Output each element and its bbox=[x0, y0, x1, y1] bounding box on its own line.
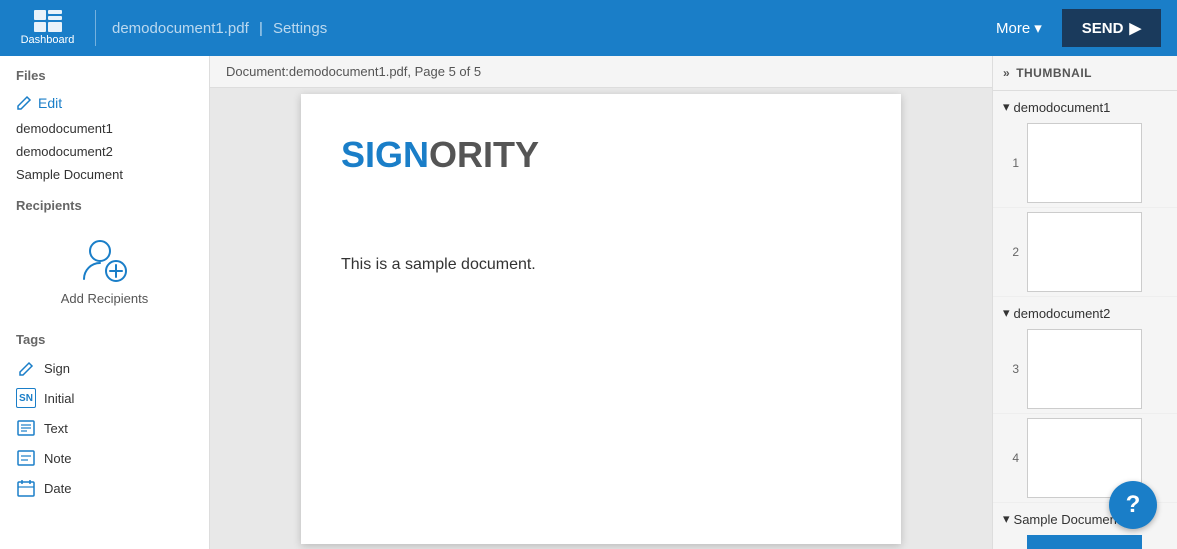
thumbnail-group-demodocument2: ▾ demodocument2 3 4 bbox=[993, 297, 1177, 503]
date-icon bbox=[16, 478, 36, 498]
recipients-section-title: Recipients bbox=[0, 186, 209, 219]
document-area: Document:demodocument1.pdf, Page 5 of 5 … bbox=[210, 56, 992, 549]
header-title: demodocument1.pdf | Settings bbox=[96, 20, 996, 37]
thumbnail-img-5 bbox=[1027, 535, 1142, 549]
collapse-icon: ▾ bbox=[1003, 305, 1010, 321]
document-body-text: This is a sample document. bbox=[341, 256, 861, 274]
text-box-icon bbox=[16, 418, 36, 438]
thumbnail-panel: » THUMBNAIL ▾ demodocument1 1 2 ▾ demodo… bbox=[992, 56, 1177, 549]
thumbnail-img-1 bbox=[1027, 123, 1142, 203]
tag-note-label: Note bbox=[44, 451, 71, 466]
file-item-demodocument1[interactable]: demodocument1 bbox=[0, 117, 209, 140]
thumbnail-group-demodocument1: ▾ demodocument1 1 2 bbox=[993, 91, 1177, 297]
dashboard-button[interactable]: Dashboard bbox=[16, 10, 96, 46]
header: Dashboard demodocument1.pdf | Settings M… bbox=[0, 0, 1177, 56]
tag-sign-label: Sign bbox=[44, 361, 70, 376]
main-layout: Files Edit demodocument1 demodocument2 S… bbox=[0, 56, 1177, 549]
edit-button[interactable]: Edit bbox=[0, 89, 209, 117]
collapse-icon: ▾ bbox=[1003, 99, 1010, 115]
edit-icon bbox=[16, 95, 32, 111]
pen-icon bbox=[16, 358, 36, 378]
logo-sign: SIGN bbox=[341, 134, 429, 175]
logo-ority: ORITY bbox=[429, 134, 539, 175]
add-user-icon bbox=[80, 235, 130, 285]
arrow-right-icon: ▶ bbox=[1129, 19, 1141, 37]
more-button[interactable]: More ▾ bbox=[996, 19, 1042, 37]
send-button[interactable]: SEND ▶ bbox=[1062, 9, 1161, 47]
breadcrumb: Document:demodocument1.pdf, Page 5 of 5 bbox=[210, 56, 992, 88]
thumbnail-page-3[interactable]: 3 bbox=[993, 325, 1177, 414]
tag-sign[interactable]: Sign bbox=[0, 353, 209, 383]
thumbnail-img-2 bbox=[1027, 212, 1142, 292]
help-button[interactable]: ? bbox=[1109, 481, 1157, 529]
add-recipients-button[interactable]: Add Recipients bbox=[0, 219, 209, 322]
collapse-icon: ▾ bbox=[1003, 511, 1010, 527]
tag-text-label: Text bbox=[44, 421, 68, 436]
tag-date[interactable]: Date bbox=[0, 473, 209, 503]
files-section-title: Files bbox=[0, 56, 209, 89]
thumbnail-group-label-demodocument1[interactable]: ▾ demodocument1 bbox=[993, 91, 1177, 119]
document-page: SIGNORITY This is a sample document. bbox=[210, 88, 992, 549]
tag-date-label: Date bbox=[44, 481, 71, 496]
chevron-down-icon: ▾ bbox=[1034, 19, 1042, 37]
document-logo: SIGNORITY bbox=[341, 134, 861, 176]
tag-initial[interactable]: SN Initial bbox=[0, 383, 209, 413]
thumbnail-page-1[interactable]: 1 bbox=[993, 119, 1177, 208]
thumbnail-page-2[interactable]: 2 bbox=[993, 208, 1177, 297]
thumbnail-header: » THUMBNAIL bbox=[993, 56, 1177, 91]
sidebar: Files Edit demodocument1 demodocument2 S… bbox=[0, 56, 210, 549]
sn-icon: SN bbox=[16, 388, 36, 408]
tag-note[interactable]: Note bbox=[0, 443, 209, 473]
double-arrow-icon: » bbox=[1003, 66, 1010, 80]
files-list: demodocument1 demodocument2 Sample Docum… bbox=[0, 117, 209, 186]
thumbnail-page-5[interactable]: 5 bbox=[993, 531, 1177, 549]
tags-section-title: Tags bbox=[0, 322, 209, 353]
tag-text[interactable]: Text bbox=[0, 413, 209, 443]
dashboard-label: Dashboard bbox=[21, 34, 75, 46]
thumbnail-group-label-demodocument2[interactable]: ▾ demodocument2 bbox=[993, 297, 1177, 325]
note-icon bbox=[16, 448, 36, 468]
thumbnail-img-3 bbox=[1027, 329, 1142, 409]
tag-initial-label: Initial bbox=[44, 391, 74, 406]
file-item-sample-document[interactable]: Sample Document bbox=[0, 163, 209, 186]
file-item-demodocument2[interactable]: demodocument2 bbox=[0, 140, 209, 163]
document-paper: SIGNORITY This is a sample document. bbox=[301, 94, 901, 544]
